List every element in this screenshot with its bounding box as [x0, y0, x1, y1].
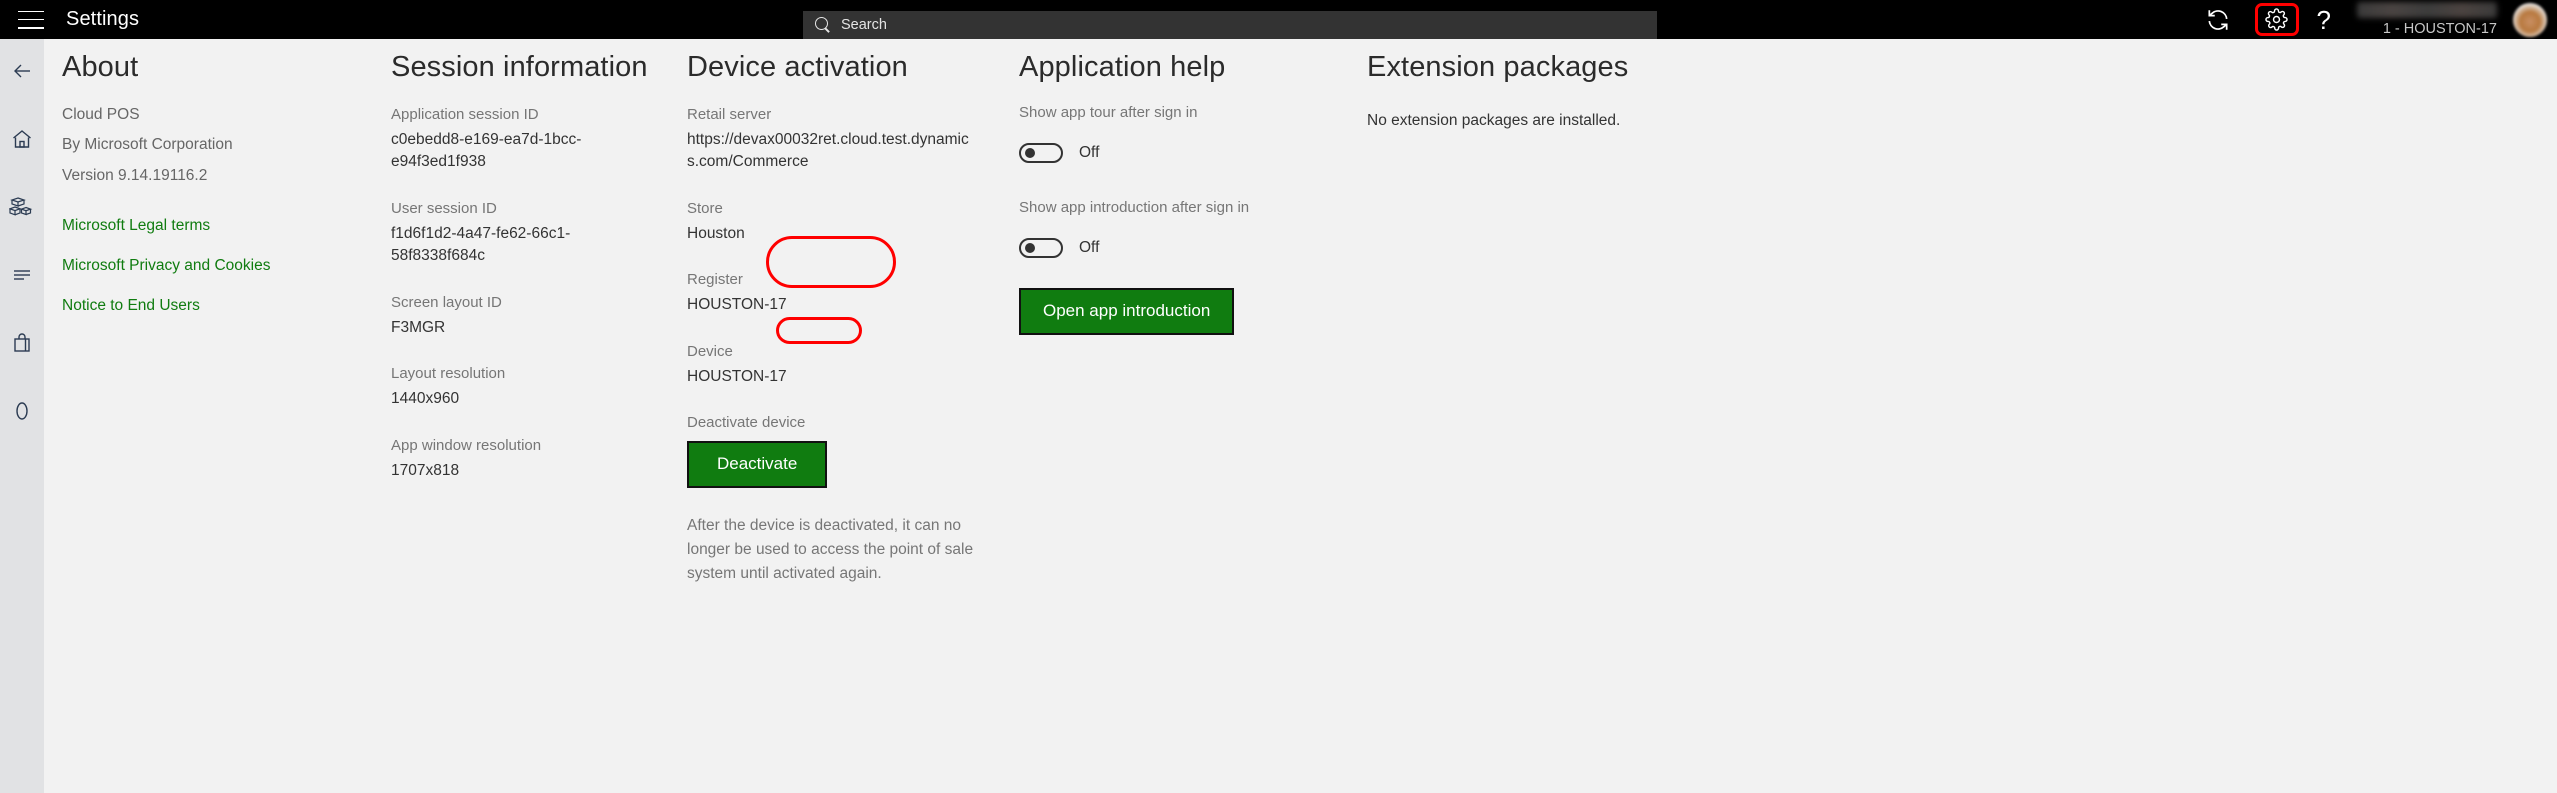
extensions-title: Extension packages: [1367, 51, 1628, 84]
register-label: Register: [687, 271, 987, 288]
shopping-bag-icon[interactable]: [0, 320, 44, 366]
user-session-id-label: User session ID: [391, 200, 641, 217]
top-bar-actions: ? 1 - HOUSTON-17: [2205, 0, 2557, 39]
search-icon: [815, 17, 831, 33]
register-value: HOUSTON-17: [687, 294, 987, 316]
app-window-resolution-value: 1707x818: [391, 460, 641, 482]
extension-packages-section: Extension packages No extension packages…: [1367, 39, 1667, 130]
store-label: Store: [687, 200, 987, 217]
home-icon[interactable]: [0, 116, 44, 162]
products-icon[interactable]: [0, 184, 44, 230]
gear-icon: [2265, 8, 2288, 31]
app-intro-state: Off: [1079, 239, 1099, 257]
settings-button-highlight[interactable]: [2255, 3, 2299, 36]
application-help-section: Application help Show app tour after sig…: [1019, 39, 1319, 335]
app-tour-toggle[interactable]: [1019, 143, 1063, 163]
deactivate-note: After the device is deactivated, it can …: [687, 514, 977, 586]
search-placeholder: Search: [841, 17, 887, 33]
settings-content: About Cloud POS By Microsoft Corporation…: [44, 39, 2557, 793]
about-version: Version 9.14.19116.2: [62, 165, 362, 187]
top-bar: Settings Search: [0, 0, 2557, 39]
about-title: About: [62, 51, 138, 84]
app-tour-state: Off: [1079, 144, 1099, 162]
link-notice-end-users[interactable]: Notice to End Users: [62, 297, 362, 315]
app-tour-label: Show app tour after sign in: [1019, 104, 1319, 121]
left-rail: [0, 39, 44, 793]
device-title: Device activation: [687, 51, 908, 84]
settings-page: Settings Search: [0, 0, 2557, 793]
layout-resolution-label: Layout resolution: [391, 365, 641, 382]
about-section: About Cloud POS By Microsoft Corporation…: [62, 39, 362, 315]
store-value: Houston: [687, 223, 987, 245]
session-information-section: Session information Application session …: [391, 39, 641, 482]
screen-layout-id-label: Screen layout ID: [391, 294, 641, 311]
user-name: [2357, 2, 2497, 18]
deactivate-button[interactable]: Deactivate: [687, 441, 827, 488]
deactivate-device-label: Deactivate device: [687, 414, 987, 431]
tag-icon[interactable]: [0, 388, 44, 434]
user-store: 1 - HOUSTON-17: [2383, 21, 2497, 37]
app-session-id-label: Application session ID: [391, 106, 641, 123]
layout-resolution-value: 1440x960: [391, 388, 641, 410]
screen-layout-id-value: F3MGR: [391, 317, 641, 339]
page-title: Settings: [66, 8, 139, 31]
search-input[interactable]: Search: [803, 11, 1657, 39]
list-icon[interactable]: [0, 252, 44, 298]
avatar[interactable]: [2513, 3, 2547, 37]
device-activation-section: Device activation Retail server https://…: [687, 39, 987, 586]
app-intro-label: Show app introduction after sign in: [1019, 199, 1319, 216]
app-window-resolution-label: App window resolution: [391, 437, 641, 454]
device-value: HOUSTON-17: [687, 366, 987, 388]
device-label: Device: [687, 343, 987, 360]
app-session-id-value: c0ebedd8-e169-ea7d-1bcc-e94f3ed1f938: [391, 129, 641, 174]
app-intro-toggle[interactable]: [1019, 238, 1063, 258]
link-legal-terms[interactable]: Microsoft Legal terms: [62, 217, 362, 235]
retail-server-label: Retail server: [687, 106, 987, 123]
back-arrow-icon[interactable]: [0, 48, 44, 94]
hamburger-icon[interactable]: [18, 11, 44, 29]
help-title: Application help: [1019, 51, 1225, 84]
user-info[interactable]: 1 - HOUSTON-17: [2357, 2, 2497, 37]
about-product: Cloud POS: [62, 104, 362, 126]
retail-server-value: https://devax00032ret.cloud.test.dynamic…: [687, 129, 977, 174]
user-session-id-value: f1d6f1d2-4a47-fe62-66c1-58f8338f684c: [391, 223, 641, 268]
session-title: Session information: [391, 51, 648, 84]
extensions-empty-message: No extension packages are installed.: [1367, 112, 1667, 130]
link-privacy-cookies[interactable]: Microsoft Privacy and Cookies: [62, 257, 362, 275]
about-publisher: By Microsoft Corporation: [62, 134, 362, 156]
refresh-icon[interactable]: [2205, 7, 2231, 33]
question-mark-icon[interactable]: ?: [2317, 7, 2331, 33]
open-app-introduction-button[interactable]: Open app introduction: [1019, 288, 1234, 335]
